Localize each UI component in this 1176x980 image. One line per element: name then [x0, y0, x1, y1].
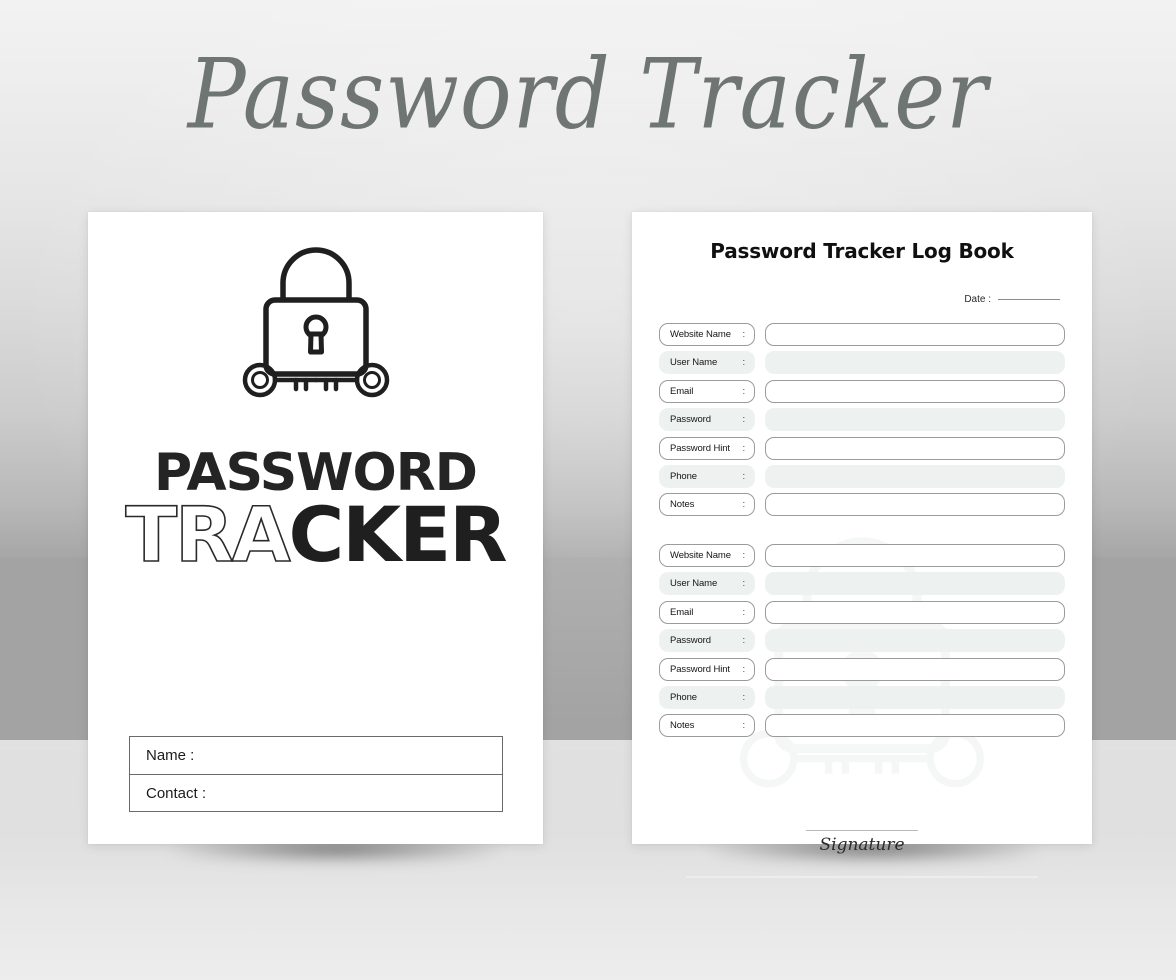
row-colon: : — [742, 442, 745, 454]
row-colon: : — [742, 550, 745, 561]
row-input-phone[interactable] — [765, 464, 1065, 488]
signature-top-rule — [806, 830, 918, 831]
log-row[interactable]: Email : — [659, 379, 1065, 403]
row-colon: : — [742, 720, 745, 732]
wordmark-outline-part: TRA — [125, 489, 292, 579]
row-label-user-name: User Name : — [659, 572, 755, 596]
row-label-text: Email — [670, 606, 694, 618]
signature-write-line[interactable] — [686, 875, 1038, 878]
row-colon: : — [742, 414, 745, 426]
cover-wordmark: PASSWORD TRACKER — [88, 447, 543, 574]
row-label-text: Notes — [670, 499, 695, 511]
row-label-text: Phone — [670, 691, 697, 703]
row-label-phone: Phone : — [659, 464, 755, 488]
row-label-website-name: Website Name : — [659, 544, 755, 567]
signature-footer — [650, 866, 1074, 887]
row-colon: : — [742, 635, 745, 647]
log-row[interactable]: User Name : — [659, 351, 1065, 375]
row-colon: : — [742, 663, 745, 675]
row-label-text: Password Hint — [670, 442, 730, 454]
row-label-notes: Notes : — [659, 493, 755, 517]
row-label-text: Website Name — [670, 329, 731, 340]
date-field[interactable]: Date : — [964, 294, 1060, 305]
cover-owner-fields: Name : Contact : — [129, 736, 503, 812]
row-colon: : — [742, 329, 745, 340]
log-row[interactable]: Notes : — [659, 493, 1065, 517]
row-label-password: Password : — [659, 629, 755, 653]
signature-label: Signature — [819, 835, 905, 855]
page-title: Password Tracker — [187, 39, 989, 151]
row-label-text: Password Hint — [670, 663, 730, 675]
row-input-website-name[interactable] — [765, 544, 1065, 567]
row-label-text: Password — [670, 635, 711, 647]
row-label-password-hint: Password Hint : — [659, 436, 755, 460]
row-label-email: Email : — [659, 379, 755, 403]
key-icon — [1046, 866, 1074, 887]
row-input-website-name[interactable] — [765, 323, 1065, 346]
row-input-email[interactable] — [765, 379, 1065, 403]
row-colon: : — [742, 499, 745, 511]
row-label-text: Email — [670, 385, 694, 397]
row-input-password-hint[interactable] — [765, 436, 1065, 460]
log-row[interactable]: Email : — [659, 600, 1065, 624]
row-label-password-hint: Password Hint : — [659, 657, 755, 681]
row-label-text: User Name — [670, 357, 718, 369]
log-row[interactable]: Phone : — [659, 685, 1065, 709]
row-label-text: Password — [670, 414, 711, 426]
log-row[interactable]: Notes : — [659, 714, 1065, 738]
row-input-password[interactable] — [765, 408, 1065, 432]
log-row[interactable]: User Name : — [659, 572, 1065, 596]
row-input-user-name[interactable] — [765, 572, 1065, 596]
row-label-user-name: User Name : — [659, 351, 755, 375]
log-row[interactable]: Website Name : — [659, 544, 1065, 567]
row-colon: : — [742, 606, 745, 618]
interior-page-title: Password Tracker Log Book — [710, 239, 1014, 263]
row-colon: : — [742, 357, 745, 369]
row-input-email[interactable] — [765, 600, 1065, 624]
log-row[interactable]: Website Name : — [659, 323, 1065, 346]
row-input-password[interactable] — [765, 629, 1065, 653]
wordmark-line-tracker: TRACKER — [88, 496, 543, 574]
row-label-text: Website Name — [670, 550, 731, 561]
row-label-phone: Phone : — [659, 685, 755, 709]
row-colon: : — [742, 470, 745, 482]
row-input-password-hint[interactable] — [765, 657, 1065, 681]
log-row[interactable]: Password : — [659, 408, 1065, 432]
row-colon: : — [742, 578, 745, 590]
row-label-text: Notes — [670, 720, 695, 732]
padlock-with-crossed-keys-icon — [226, 239, 406, 404]
row-label-text: Phone — [670, 470, 697, 482]
log-row[interactable]: Password Hint : — [659, 436, 1065, 460]
row-label-password: Password : — [659, 408, 755, 432]
cover-page: PASSWORD TRACKER Name : Contact : — [88, 212, 543, 844]
key-icon — [650, 866, 678, 887]
password-entry-block-2: Website Name : User Name : Email : Passw… — [659, 544, 1065, 738]
log-row[interactable]: Password : — [659, 629, 1065, 653]
row-colon: : — [742, 691, 745, 703]
cover-field-contact[interactable]: Contact : — [130, 774, 502, 811]
wordmark-solid-part: CKER — [288, 489, 508, 579]
log-row[interactable]: Phone : — [659, 464, 1065, 488]
date-label: Date : — [964, 294, 991, 305]
date-write-line[interactable] — [998, 299, 1060, 300]
row-label-text: User Name — [670, 578, 718, 590]
row-input-user-name[interactable] — [765, 351, 1065, 375]
row-input-notes[interactable] — [765, 714, 1065, 738]
cover-field-contact-label: Contact : — [146, 784, 207, 802]
row-label-website-name: Website Name : — [659, 323, 755, 346]
password-entry-block-1: Website Name : User Name : Email : Passw… — [659, 323, 1065, 517]
row-label-notes: Notes : — [659, 714, 755, 738]
cover-field-name-label: Name : — [146, 747, 195, 764]
log-row[interactable]: Password Hint : — [659, 657, 1065, 681]
row-colon: : — [742, 385, 745, 397]
interior-page: Password Tracker Log Book Date : Website… — [632, 212, 1092, 881]
row-input-phone[interactable] — [765, 685, 1065, 709]
cover-field-name[interactable]: Name : — [130, 737, 502, 774]
row-input-notes[interactable] — [765, 493, 1065, 517]
row-label-email: Email : — [659, 600, 755, 624]
